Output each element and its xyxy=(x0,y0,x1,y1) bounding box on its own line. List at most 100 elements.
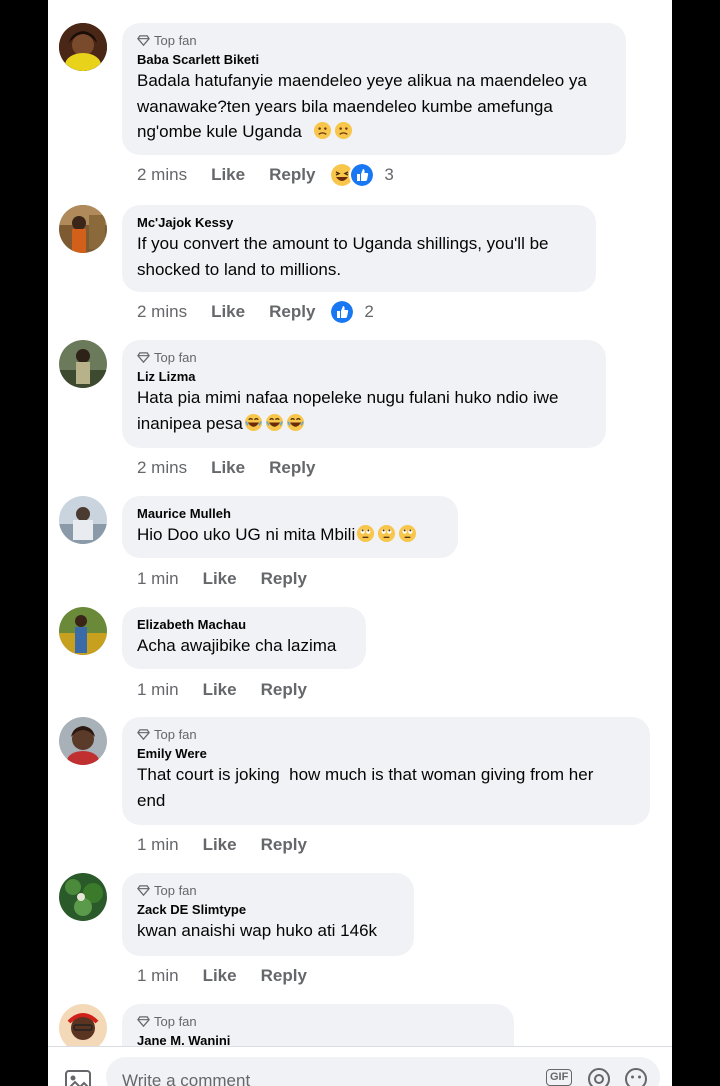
comment-bubble: Top fan Baba Scarlett Biketi Badala hatu… xyxy=(122,23,626,155)
diamond-icon xyxy=(137,729,150,741)
comment-actions: 1 min Like Reply xyxy=(137,964,307,988)
comment-bubble: Top fan Emily Were That court is joking … xyxy=(122,717,650,825)
comment-line: end xyxy=(137,790,166,810)
comment-line: inanipea pesa xyxy=(137,413,243,433)
emoji-icon[interactable] xyxy=(624,1067,648,1086)
reply-button[interactable]: Reply xyxy=(269,458,315,478)
diamond-icon xyxy=(137,885,150,897)
avatar[interactable] xyxy=(59,496,107,544)
author-name[interactable]: Emily Were xyxy=(137,745,634,762)
comment-bubble: Maurice Mulleh Hio Doo uko UG ni mita Mb… xyxy=(122,496,458,558)
comment-line: Hio Doo uko UG ni mita Mbili xyxy=(137,525,356,544)
comment-bubble: Top fan Liz Lizma Hata pia mimi nafaa no… xyxy=(122,340,606,448)
avatar[interactable] xyxy=(59,340,107,388)
comment-actions: 1 min Like Reply xyxy=(137,567,307,591)
author-name[interactable]: Elizabeth Machau xyxy=(137,616,350,633)
comment-line: Hata pia mimi nafaa nopeleke nugu fulani… xyxy=(137,388,559,407)
reaction-count: 2 xyxy=(364,302,374,321)
top-fan-label: Top fan xyxy=(154,33,197,48)
avatar[interactable] xyxy=(59,23,107,71)
sad-emoji-icon xyxy=(334,121,352,140)
top-fan-badge: Top fan xyxy=(137,349,590,366)
author-name[interactable]: Mc'Jajok Kessy xyxy=(137,214,580,231)
comment-bubble: Top fan Zack DE Slimtype kwan anaishi wa… xyxy=(122,873,414,956)
author-name[interactable]: Zack DE Slimtype xyxy=(137,901,398,918)
sticker-icon[interactable] xyxy=(587,1067,611,1086)
comment-text: Badala hatufanyie maendeleo yeye alikua … xyxy=(137,68,610,145)
comment-line: shocked to land to millions. xyxy=(137,259,342,279)
comment-line: If you convert the amount to Uganda shil… xyxy=(137,234,549,253)
author-name[interactable]: Maurice Mulleh xyxy=(137,505,442,522)
reaction-summary[interactable]: 3 xyxy=(329,162,394,188)
like-button[interactable]: Like xyxy=(211,302,245,322)
comment-text: That court is joking how much is that wo… xyxy=(137,762,634,813)
comments-screen: Top fan Baba Scarlett Biketi Badala hatu… xyxy=(48,0,672,1086)
photo-icon[interactable] xyxy=(64,1069,92,1086)
comment-time[interactable]: 1 min xyxy=(137,569,179,589)
comment-time[interactable]: 2 mins xyxy=(137,302,187,322)
avatar[interactable] xyxy=(59,607,107,655)
diamond-icon xyxy=(137,352,150,364)
comment-input[interactable]: Write a comment GIF xyxy=(106,1057,660,1086)
avatar[interactable] xyxy=(59,1004,107,1052)
comment-bubble: Elizabeth Machau Acha awajibike cha lazi… xyxy=(122,607,366,669)
comment-placeholder: Write a comment xyxy=(122,1071,251,1086)
comment-time[interactable]: 2 mins xyxy=(137,458,187,478)
reply-button[interactable]: Reply xyxy=(261,835,307,855)
reaction-summary[interactable]: 2 xyxy=(329,299,374,325)
eye-roll-emoji-icon xyxy=(378,524,396,543)
top-fan-badge: Top fan xyxy=(137,726,634,743)
laughing-emoji-icon xyxy=(265,413,283,431)
comment-line: kwan anaishi wap huko ati 146k xyxy=(137,921,378,940)
comment-line: ng'ombe kule Uganda xyxy=(137,122,302,141)
comment-time[interactable]: 1 min xyxy=(137,966,179,986)
reaction-count: 3 xyxy=(384,165,394,184)
like-button[interactable]: Like xyxy=(203,966,237,986)
author-name[interactable]: Baba Scarlett Biketi xyxy=(137,51,610,68)
comment-time[interactable]: 2 mins xyxy=(137,165,187,185)
reply-button[interactable]: Reply xyxy=(261,569,307,589)
eye-roll-emoji-icon xyxy=(399,524,417,543)
comment-actions: 1 min Like Reply xyxy=(137,678,307,702)
like-reaction-icon xyxy=(349,162,376,188)
comment-text: kwan anaishi wap huko ati 146k xyxy=(137,918,398,944)
like-button[interactable]: Like xyxy=(211,165,245,185)
comment-bubble: Mc'Jajok Kessy If you convert the amount… xyxy=(122,205,596,292)
comment-line: That court is joking how much is that wo… xyxy=(137,765,594,784)
comment-text: Hata pia mimi nafaa nopeleke nugu fulani… xyxy=(137,385,590,436)
like-button[interactable]: Like xyxy=(203,680,237,700)
comment-time[interactable]: 1 min xyxy=(137,680,179,700)
comment-line: wanawake?ten years bila maendeleo kumbe … xyxy=(137,96,553,116)
comment-actions: 2 mins Like Reply 2 xyxy=(137,299,374,325)
top-fan-badge: Top fan xyxy=(137,1013,498,1030)
author-name[interactable]: Liz Lizma xyxy=(137,368,590,385)
comment-text: Hio Doo uko UG ni mita Mbili xyxy=(137,522,442,548)
reply-button[interactable]: Reply xyxy=(269,165,315,185)
comment-actions: 2 mins Like Reply 3 xyxy=(137,162,394,188)
avatar[interactable] xyxy=(59,205,107,253)
diamond-icon xyxy=(137,1016,150,1028)
laughing-emoji-icon xyxy=(244,413,262,431)
reply-button[interactable]: Reply xyxy=(261,966,307,986)
like-button[interactable]: Like xyxy=(211,458,245,478)
avatar[interactable] xyxy=(59,873,107,921)
sad-emoji-icon xyxy=(313,121,331,140)
comment-composer: Write a comment GIF xyxy=(48,1046,672,1086)
like-button[interactable]: Like xyxy=(203,569,237,589)
comment-time[interactable]: 1 min xyxy=(137,835,179,855)
like-button[interactable]: Like xyxy=(203,835,237,855)
laughing-emoji-icon xyxy=(286,413,304,431)
top-fan-label: Top fan xyxy=(154,727,197,742)
top-fan-badge: Top fan xyxy=(137,32,610,49)
reply-button[interactable]: Reply xyxy=(269,302,315,322)
top-fan-label: Top fan xyxy=(154,883,197,898)
diamond-icon xyxy=(137,35,150,47)
avatar[interactable] xyxy=(59,717,107,765)
comment-line: Acha awajibike cha lazima xyxy=(137,636,337,655)
top-fan-label: Top fan xyxy=(154,1014,197,1029)
like-reaction-icon xyxy=(329,299,356,325)
comment-actions: 2 mins Like Reply xyxy=(137,456,315,480)
reply-button[interactable]: Reply xyxy=(261,680,307,700)
gif-icon[interactable]: GIF xyxy=(546,1069,573,1086)
comment-actions: 1 min Like Reply xyxy=(137,833,307,857)
